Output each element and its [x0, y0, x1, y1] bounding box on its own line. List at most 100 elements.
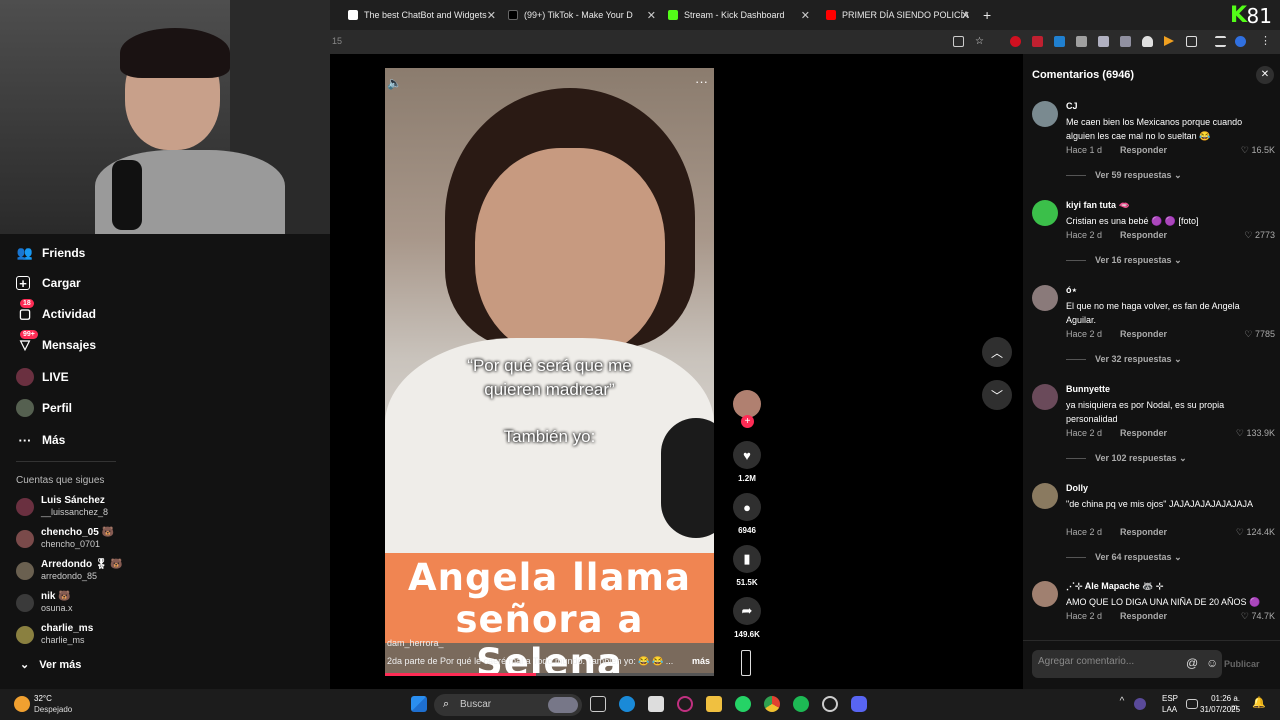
avatar[interactable]: [1032, 200, 1058, 226]
extension-icon[interactable]: [1032, 36, 1043, 47]
sidebar-item-friends[interactable]: 👥 Friends: [16, 244, 85, 262]
extension-icon[interactable]: [1010, 36, 1021, 47]
avatar[interactable]: [1032, 285, 1058, 311]
media-control-icon[interactable]: [1215, 36, 1226, 47]
sidebar-item-upload[interactable]: + Cargar: [16, 276, 81, 291]
close-tab-icon[interactable]: ✕: [647, 9, 656, 22]
comment-author[interactable]: CJ: [1066, 101, 1078, 111]
following-account[interactable]: Arredondo 🎖 🐻 arredondo_85: [16, 559, 123, 582]
taskbar-date[interactable]: 31/07/2025: [1200, 705, 1240, 714]
discord-icon[interactable]: [851, 696, 867, 712]
spotify-icon[interactable]: [793, 696, 809, 712]
extension-icon[interactable]: [1054, 36, 1065, 47]
browser-tab[interactable]: Stream - Kick Dashboard ✕: [668, 4, 810, 26]
profile-avatar-icon[interactable]: [1235, 36, 1246, 47]
creator-avatar-button[interactable]: +: [733, 390, 761, 428]
options-more-icon[interactable]: ···: [695, 74, 708, 89]
view-replies-button[interactable]: Ver 32 respuestas ⌄: [1066, 354, 1182, 365]
share-button[interactable]: ➦ 149.6K: [733, 597, 761, 639]
reply-button[interactable]: Responder: [1120, 145, 1167, 155]
whatsapp-icon[interactable]: [735, 696, 751, 712]
see-more-button[interactable]: ⌄ Ver más: [20, 658, 81, 671]
store-icon[interactable]: [648, 696, 664, 712]
previous-video-button[interactable]: ︿: [982, 337, 1012, 367]
comment-author[interactable]: ⋰⊹ Ale Mapache 🦝 ⊹: [1066, 581, 1163, 592]
comment-author[interactable]: kiyi fan tuta 🫦: [1066, 200, 1130, 211]
reply-button[interactable]: Responder: [1120, 329, 1167, 339]
install-app-icon[interactable]: [953, 36, 964, 47]
extension-icon[interactable]: [1120, 36, 1131, 47]
notification-bell-icon[interactable]: 🔔: [1252, 696, 1268, 712]
comment-like-button[interactable]: ♡ 124.4K: [1236, 527, 1275, 538]
extension-icon[interactable]: [1098, 36, 1109, 47]
address-field[interactable]: 15: [332, 36, 342, 46]
sidebar-item-profile[interactable]: Perfil: [16, 399, 72, 417]
post-comment-button[interactable]: Publicar: [1224, 659, 1260, 669]
sound-disc-icon[interactable]: [741, 650, 751, 676]
browser-tab[interactable]: PRIMER DÍA SIENDO POLICÍA | ✕: [826, 4, 970, 26]
view-replies-button[interactable]: Ver 102 respuestas ⌄: [1066, 453, 1187, 464]
comment-like-button[interactable]: ♡ 133.9K: [1236, 428, 1275, 439]
avatar[interactable]: [1032, 483, 1058, 509]
shield-icon[interactable]: [1142, 36, 1153, 47]
sidebar-item-activity[interactable]: ▢ 18 Actividad: [16, 299, 96, 323]
sidebar-item-more[interactable]: ··· Más: [16, 431, 66, 449]
comment-like-button[interactable]: ♡ 2773: [1244, 230, 1275, 241]
video-player[interactable]: 🔈 ··· “Por qué será que me quieren madre…: [385, 68, 714, 676]
browser-tab[interactable]: (99+) TikTok - Make Your D ✕: [508, 4, 656, 26]
volume-icon[interactable]: 🔈: [387, 76, 402, 90]
edge-icon[interactable]: [619, 696, 635, 712]
video-author[interactable]: dam_herrora_: [387, 638, 444, 648]
avatar[interactable]: [1032, 581, 1058, 607]
close-tab-icon[interactable]: ✕: [961, 9, 970, 22]
reply-button[interactable]: Responder: [1120, 428, 1167, 438]
browser-tab[interactable]: The best ChatBot and Widgets ✕: [348, 4, 496, 26]
description-more-button[interactable]: más: [692, 656, 710, 666]
settings-gear-icon[interactable]: [822, 696, 838, 712]
task-view-icon[interactable]: [590, 696, 606, 712]
sidebar-item-live[interactable]: LIVE: [16, 368, 69, 386]
weather-icon[interactable]: [14, 696, 30, 712]
bookmark-star-icon[interactable]: ☆: [975, 36, 986, 47]
view-replies-button[interactable]: Ver 59 respuestas ⌄: [1066, 170, 1182, 181]
comment-author[interactable]: ó⋆: [1066, 285, 1077, 296]
language-indicator[interactable]: ESP: [1162, 694, 1178, 703]
view-replies-button[interactable]: Ver 16 respuestas ⌄: [1066, 255, 1182, 266]
chevron-up-icon[interactable]: ^: [1114, 696, 1130, 712]
comment-like-button[interactable]: ♡ 7785: [1244, 329, 1275, 340]
emoji-icon[interactable]: ☺: [1206, 656, 1218, 670]
comment-like-button[interactable]: ♡ 16.5K: [1241, 145, 1275, 156]
close-tab-icon[interactable]: ✕: [801, 9, 810, 22]
file-explorer-icon[interactable]: [706, 696, 722, 712]
extension-icon[interactable]: [1076, 36, 1087, 47]
close-tab-icon[interactable]: ✕: [487, 9, 496, 22]
comment-button[interactable]: ● 6946: [733, 493, 761, 535]
windows-start-icon[interactable]: [411, 696, 427, 712]
next-video-button[interactable]: ﹀: [982, 380, 1012, 410]
follow-plus-icon[interactable]: +: [741, 415, 754, 428]
comment-author[interactable]: Bunnyette: [1066, 384, 1110, 394]
view-replies-button[interactable]: Ver 64 respuestas ⌄: [1066, 552, 1182, 563]
play-extension-icon[interactable]: [1164, 36, 1174, 46]
mention-icon[interactable]: @: [1186, 656, 1198, 670]
comment-author[interactable]: Dolly: [1066, 483, 1088, 493]
extensions-puzzle-icon[interactable]: [1186, 36, 1197, 47]
save-button[interactable]: ▮ 51.5K: [733, 545, 761, 587]
following-account[interactable]: chencho_05 🐻 chencho_0701: [16, 527, 114, 550]
following-account[interactable]: Luis Sánchez __luissanchez_8: [16, 495, 108, 518]
keyboard-layout-indicator[interactable]: LAA: [1162, 705, 1177, 714]
reply-button[interactable]: Responder: [1120, 230, 1167, 240]
reply-button[interactable]: Responder: [1120, 527, 1167, 537]
menu-kebab-icon[interactable]: ⋮: [1260, 36, 1271, 47]
tray-app-icon[interactable]: [1134, 698, 1146, 710]
chrome-icon[interactable]: [764, 696, 780, 712]
following-account[interactable]: charlie_ms charlie_ms: [16, 623, 93, 646]
close-icon[interactable]: ✕: [1256, 66, 1274, 84]
avatar[interactable]: [1032, 101, 1058, 127]
network-icon[interactable]: [1186, 699, 1198, 709]
following-account[interactable]: nik 🐻 osuna.x: [16, 591, 73, 614]
video-progress-bar[interactable]: [385, 673, 714, 676]
avatar[interactable]: [1032, 384, 1058, 410]
new-tab-button[interactable]: +: [983, 4, 997, 26]
comment-like-button[interactable]: ♡ 74.7K: [1241, 611, 1275, 622]
